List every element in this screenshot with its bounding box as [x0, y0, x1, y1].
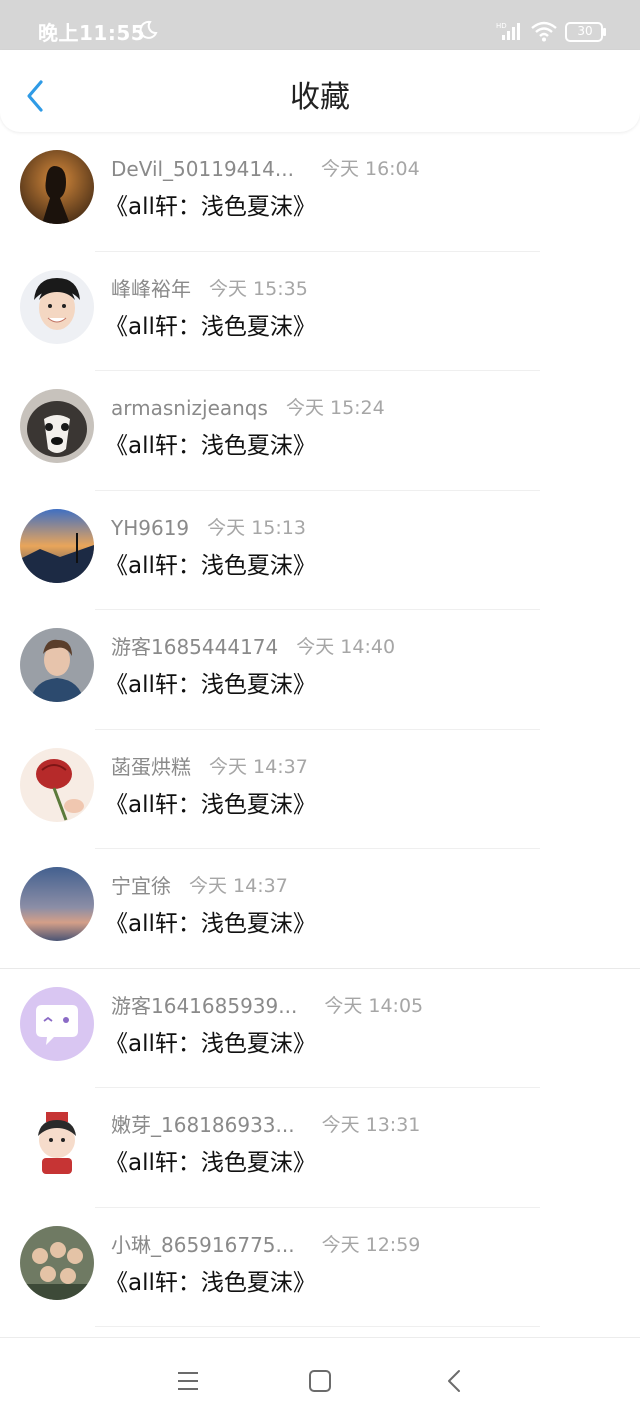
username: DeVil_50119414...: [111, 157, 294, 181]
avatar: [20, 1225, 94, 1300]
avatar: [20, 389, 94, 463]
favorite-title: 《all轩：浅色夏沫》: [105, 194, 316, 220]
favorite-title: 《all轩：浅色夏沫》: [105, 313, 316, 340]
meta-line: 游客1641685939... 今天 14:05: [111, 993, 423, 1019]
meta-line: armasnizjeanqs 今天 15:24: [111, 395, 385, 421]
header: 收藏: [0, 50, 640, 132]
list-item[interactable]: 游客1685444174 今天 14:40 《all轩：浅色夏沫》: [0, 610, 640, 730]
favorite-title: 《all轩：浅色夏沫》: [105, 791, 316, 818]
wifi-icon: [531, 21, 557, 42]
list-item[interactable]: 小琳_865916775... 今天 12:59 《all轩：浅色夏沫》: [0, 1208, 640, 1327]
back-triangle-icon[interactable]: [440, 1368, 470, 1394]
timestamp: 今天 14:40: [296, 636, 396, 658]
home-square-icon[interactable]: [305, 1368, 335, 1394]
timestamp: 今天 12:59: [321, 1233, 421, 1256]
favorite-title: 《all轩：浅色夏沫》: [105, 1269, 316, 1296]
avatar: [20, 628, 94, 702]
timestamp: 今天 14:37: [189, 875, 288, 897]
timestamp: 今天 15:35: [209, 277, 308, 300]
meta-line: DeVil_50119414... 今天 16:04: [111, 156, 420, 182]
meta-line: 嫩芽_168186933... 今天 13:31: [111, 1112, 420, 1138]
meta-line: 小琳_865916775... 今天 12:59: [111, 1232, 420, 1258]
favorite-title: 《all轩：浅色夏沫》: [105, 552, 316, 579]
username: 游客1641685939...: [111, 993, 298, 1018]
username: 游客1685444174: [111, 635, 279, 659]
list-item[interactable]: 宁宜徐 今天 14:37 《all轩：浅色夏沫》: [0, 849, 640, 969]
list-item[interactable]: DeVil_50119414... 今天 16:04 《all轩：浅色夏沫》: [0, 132, 640, 252]
timestamp: 今天 16:04: [320, 158, 420, 180]
list-item[interactable]: 峰峰裕年 今天 15:35 《all轩：浅色夏沫》: [0, 252, 640, 371]
username: 宁宜徐: [111, 874, 171, 898]
favorites-list: DeVil_50119414... 今天 16:04 《all轩：浅色夏沫》 峰峰…: [0, 132, 640, 1327]
page-title: 收藏: [290, 80, 350, 115]
favorite-title: 《all轩：浅色夏沫》: [105, 1030, 316, 1057]
list-item[interactable]: 菡蛋烘糕 今天 14:37 《all轩：浅色夏沫》: [0, 730, 640, 849]
avatar: [20, 508, 94, 583]
meta-line: 峰峰裕年 今天 15:35: [111, 276, 308, 302]
timestamp: 今天 14:05: [324, 994, 424, 1017]
system-nav-bar: [0, 1337, 640, 1423]
avatar: [20, 747, 94, 822]
avatar: [20, 867, 94, 941]
timestamp: 今天 15:13: [207, 516, 306, 539]
battery-level: 30: [577, 24, 593, 38]
avatar: [20, 986, 94, 1061]
favorite-title: 《all轩：浅色夏沫》: [105, 1150, 316, 1176]
timestamp: 今天 13:31: [321, 1114, 421, 1136]
favorite-title: 《all轩：浅色夏沫》: [105, 911, 316, 937]
moon-icon: [139, 20, 158, 39]
username: YH9619: [111, 515, 190, 540]
username: armasnizjeanqs: [111, 396, 268, 420]
avatar: [20, 150, 94, 224]
username: 小琳_865916775...: [111, 1232, 295, 1257]
username: 嫩芽_168186933...: [111, 1113, 295, 1137]
list-item[interactable]: 嫩芽_168186933... 今天 13:31 《all轩：浅色夏沫》: [0, 1088, 640, 1208]
signal-icon: HD: [496, 22, 520, 40]
username: 峰峰裕年: [111, 276, 191, 301]
meta-line: 宁宜徐 今天 14:37: [111, 873, 288, 899]
username: 菡蛋烘糕: [111, 754, 191, 779]
divider: [95, 1326, 540, 1327]
list-item[interactable]: YH9619 今天 15:13 《all轩：浅色夏沫》: [0, 491, 640, 610]
timestamp: 今天 14:37: [209, 755, 308, 778]
list-item[interactable]: armasnizjeanqs 今天 15:24 《all轩：浅色夏沫》: [0, 371, 640, 491]
timestamp: 今天 15:24: [285, 397, 385, 419]
avatar: [20, 1106, 94, 1180]
menu-icon[interactable]: [173, 1368, 203, 1394]
meta-line: 菡蛋烘糕 今天 14:37: [111, 754, 308, 780]
status-time: 晚上11:55: [38, 21, 146, 45]
status-bar: 晚上11:55 HD 30: [0, 0, 640, 50]
meta-line: 游客1685444174 今天 14:40: [111, 634, 395, 660]
svg-text:HD: HD: [496, 22, 507, 30]
meta-line: YH9619 今天 15:13: [111, 515, 306, 541]
list-item[interactable]: 游客1641685939... 今天 14:05 《all轩：浅色夏沫》: [0, 969, 640, 1088]
favorite-title: 《all轩：浅色夏沫》: [105, 672, 316, 698]
favorite-title: 《all轩：浅色夏沫》: [105, 433, 316, 459]
avatar: [20, 269, 94, 344]
